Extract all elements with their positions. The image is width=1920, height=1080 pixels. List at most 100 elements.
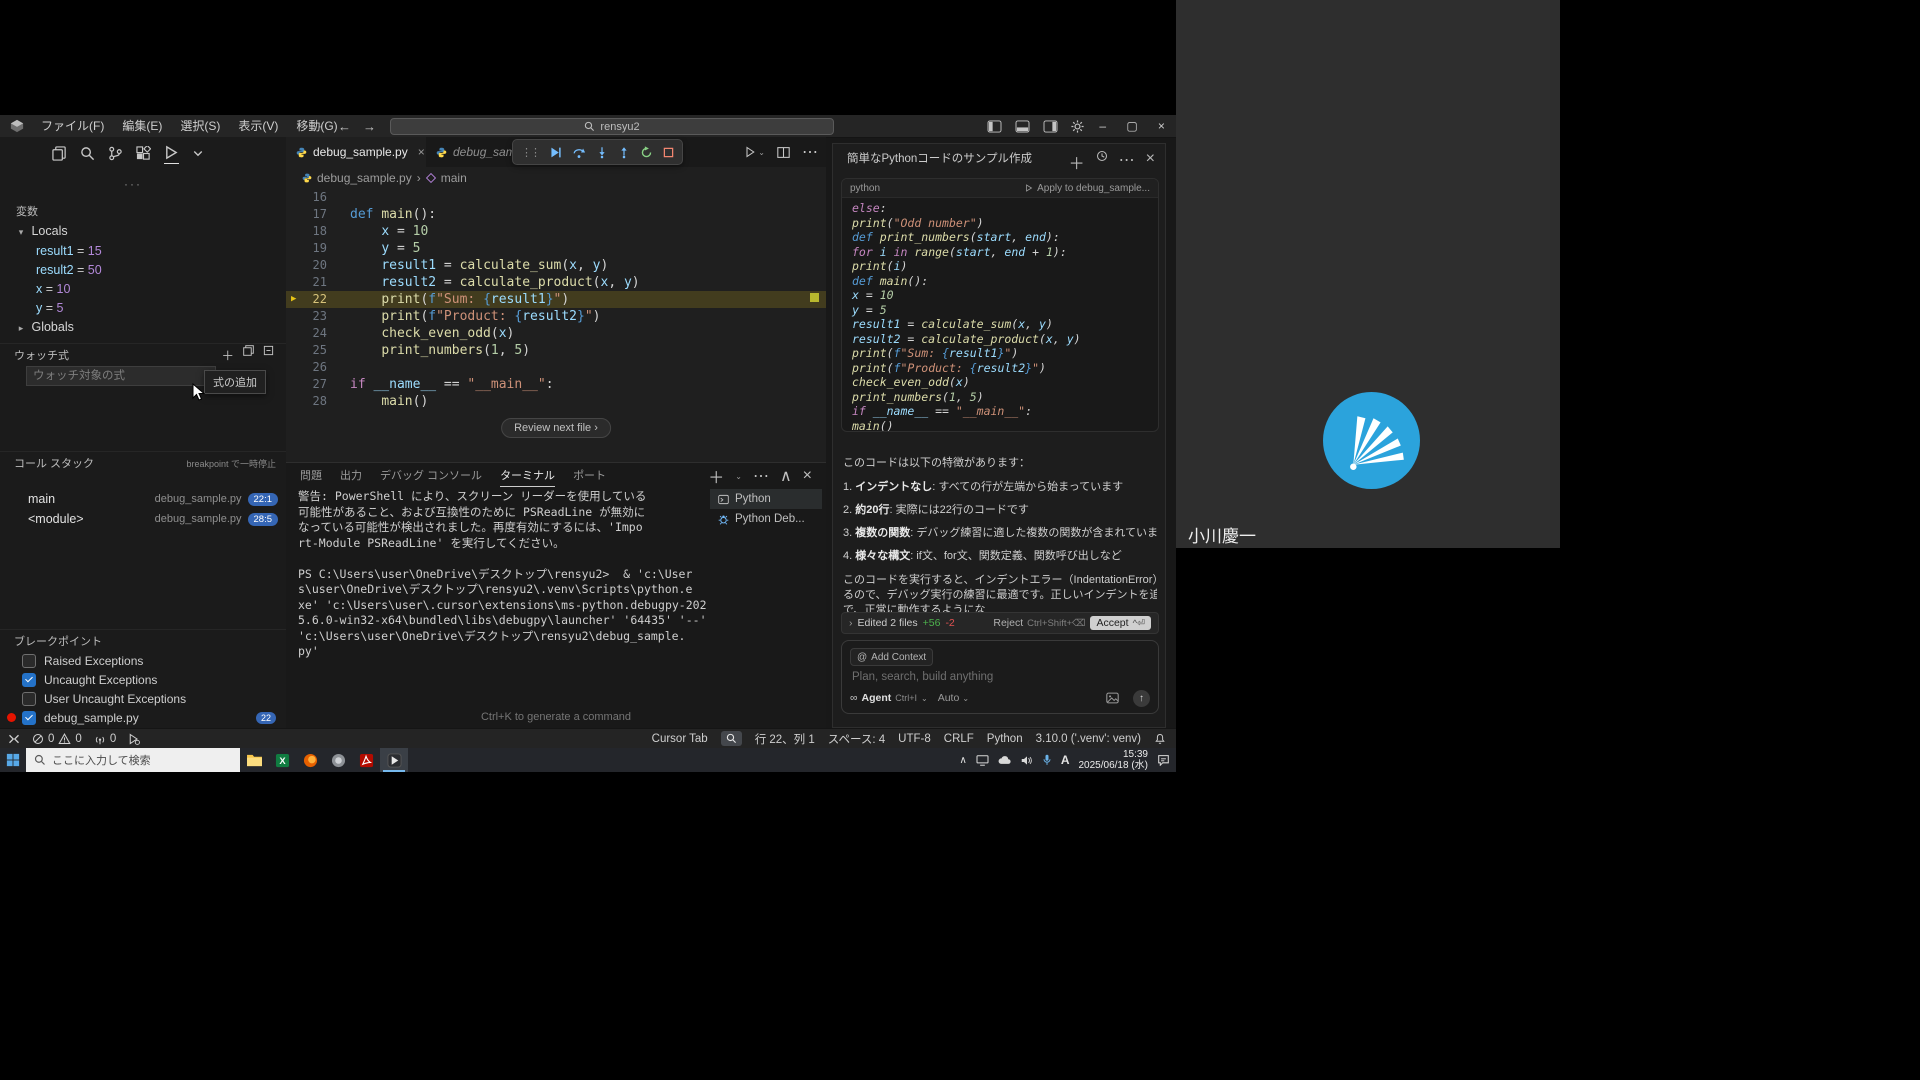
code-line-25[interactable]: 25 print_numbers(1, 5)	[286, 342, 826, 359]
menu-item[interactable]: 表示(V)	[229, 115, 287, 137]
notifications-bell-icon[interactable]	[1154, 733, 1166, 745]
breakpoint-checkbox[interactable]	[22, 673, 36, 687]
command-center-search[interactable]: rensyu2	[390, 118, 834, 135]
drag-handle-icon[interactable]: ⋮⋮	[521, 146, 539, 159]
code-line-27[interactable]: 27if __name__ == "__main__":	[286, 376, 826, 393]
globals-group[interactable]: ▸ Globals	[0, 318, 286, 337]
breadcrumb[interactable]: debug_sample.py › main	[302, 167, 467, 188]
problems-indicator[interactable]: 0 0	[32, 733, 82, 745]
run-debug-icon[interactable]	[164, 145, 179, 164]
restart-icon[interactable]	[640, 146, 653, 159]
eol-sequence[interactable]: CRLF	[944, 733, 974, 745]
agent-mode-selector[interactable]: ∞ Agent Ctrl+I ⌄	[850, 692, 928, 704]
watch-expression-input[interactable]	[26, 366, 216, 386]
stack-frame[interactable]: maindebug_sample.py22:1	[0, 489, 286, 509]
chat-close-icon[interactable]: ×	[1146, 150, 1155, 174]
breadcrumb-symbol[interactable]: main	[441, 171, 467, 185]
taskbar-search[interactable]: ここに入力して検索	[26, 748, 240, 772]
maximize-button[interactable]: ▢	[1117, 115, 1146, 137]
locals-group[interactable]: ▾ Locals	[0, 222, 286, 241]
accept-button[interactable]: Accept^⏎	[1090, 616, 1151, 630]
start-button[interactable]	[0, 753, 26, 767]
code-editor[interactable]: 1617def main():18 x = 1019 y = 520 resul…	[286, 189, 826, 410]
panel-more-icon[interactable]: ⋯	[753, 466, 769, 486]
display-icon[interactable]	[976, 755, 989, 766]
variable-row[interactable]: result2 = 50	[0, 261, 286, 280]
encoding[interactable]: UTF-8	[898, 733, 931, 745]
new-terminal-icon[interactable]: ＋	[708, 464, 724, 488]
close-button[interactable]: ×	[1147, 115, 1176, 137]
views-chevron-down-icon[interactable]	[192, 147, 204, 162]
panel-tab[interactable]: デバッグ コンソール	[380, 466, 482, 486]
watch-collapse-all-icon[interactable]	[263, 345, 274, 364]
cursor-position[interactable]: 行 22、列 1	[755, 731, 815, 747]
tab-debug-sample-preview[interactable]: debug_sam... ×	[426, 137, 522, 167]
code-line-21[interactable]: 21 result2 = calculate_product(x, y)	[286, 274, 826, 291]
taskbar-app-gray[interactable]	[324, 748, 352, 772]
panel-tab[interactable]: 出力	[340, 466, 362, 486]
toggle-panel-left-icon[interactable]	[987, 120, 1002, 133]
breakpoint-checkbox[interactable]	[22, 692, 36, 706]
split-editor-icon[interactable]	[777, 146, 790, 159]
watch-add-icon[interactable]: ＋	[221, 345, 234, 364]
debug-toolbar[interactable]: ⋮⋮	[512, 139, 683, 165]
python-interpreter[interactable]: 3.10.0 ('.venv': venv)	[1036, 733, 1141, 745]
variable-row[interactable]: result1 = 15	[0, 242, 286, 261]
add-context-button[interactable]: @ Add Context	[850, 648, 933, 666]
edited-files-label[interactable]: Edited 2 files	[858, 617, 918, 629]
menu-item[interactable]: 選択(S)	[171, 115, 229, 137]
watch-copy-icon[interactable]	[243, 345, 254, 364]
continue-icon[interactable]	[549, 146, 562, 159]
variable-row[interactable]: x = 10	[0, 280, 286, 299]
panel-maximize-icon[interactable]: ∧	[780, 466, 792, 486]
nav-back-icon[interactable]: ←	[338, 119, 351, 134]
code-line-24[interactable]: 24 check_even_odd(x)	[286, 325, 826, 342]
nav-forward-icon[interactable]: →	[363, 119, 376, 134]
stack-frame[interactable]: <module>debug_sample.py28:5	[0, 509, 286, 529]
breadcrumb-file[interactable]: debug_sample.py	[317, 171, 412, 185]
code-line-19[interactable]: 19 y = 5	[286, 240, 826, 257]
minimize-button[interactable]: –	[1088, 115, 1117, 137]
explorer-icon[interactable]	[52, 146, 67, 164]
volume-icon[interactable]	[1021, 755, 1033, 766]
language-mode[interactable]: Python	[987, 733, 1023, 745]
tab-debug-sample[interactable]: debug_sample.py ×	[286, 137, 426, 167]
search-view-icon[interactable]	[80, 146, 95, 164]
code-line-16[interactable]: 16	[286, 189, 826, 206]
chat-more-icon[interactable]: ⋯	[1119, 150, 1135, 174]
remote-indicator-icon[interactable]	[8, 733, 20, 745]
code-line-20[interactable]: 20 result1 = calculate_sum(x, y)	[286, 257, 826, 274]
terminal-item-python-debug[interactable]: Python Deb...	[710, 509, 822, 529]
taskbar-app-acrobat[interactable]	[352, 748, 380, 772]
code-line-23[interactable]: 23 print(f"Product: {result2}")	[286, 308, 826, 325]
breakpoint-row[interactable]: User Uncaught Exceptions	[0, 689, 286, 708]
cloud-icon[interactable]	[998, 755, 1012, 765]
taskbar-app-explorer[interactable]	[240, 748, 268, 772]
ime-mode-indicator[interactable]: A	[1061, 753, 1070, 767]
apply-button[interactable]: Apply to debug_sample...	[1025, 183, 1150, 194]
reject-button[interactable]: RejectCtrl+Shift+⌫	[993, 617, 1085, 629]
terminal-output[interactable]: 警告: PowerShell により、スクリーン リーダーを使用している可能性が…	[298, 489, 708, 660]
indentation[interactable]: スペース: 4	[828, 731, 885, 747]
breakpoint-row[interactable]: Uncaught Exceptions	[0, 670, 286, 689]
hidden-icons-chevron[interactable]: ∧	[960, 755, 967, 766]
terminal-dropdown-icon[interactable]: ⌄	[735, 472, 742, 481]
stop-icon[interactable]	[663, 147, 674, 158]
panel-tab[interactable]: ターミナル	[500, 466, 555, 487]
code-line-26[interactable]: 26	[286, 359, 826, 376]
settings-gear-icon[interactable]	[1071, 120, 1084, 133]
taskbar-clock[interactable]: 15:39 2025/06/18 (水)	[1079, 749, 1149, 771]
panel-tab[interactable]: ポート	[573, 466, 606, 486]
run-python-file-icon[interactable]: ⌄	[744, 146, 765, 158]
breakpoint-checkbox[interactable]	[22, 654, 36, 668]
terminal-item-python[interactable]: Python	[710, 489, 822, 509]
chat-composer[interactable]: @ Add Context Plan, search, build anythi…	[841, 640, 1159, 714]
new-chat-icon[interactable]: ＋	[1069, 150, 1085, 174]
breakpoint-checkbox[interactable]	[22, 711, 36, 725]
step-over-icon[interactable]	[572, 146, 586, 159]
step-out-icon[interactable]	[618, 146, 630, 159]
editor-more-icon[interactable]: ⋯	[802, 142, 818, 162]
screencast-zoom-indicator[interactable]	[721, 731, 742, 746]
model-selector[interactable]: Auto⌄	[938, 692, 969, 704]
code-line-22[interactable]: ▶22 print(f"Sum: {result1}")	[286, 291, 826, 308]
